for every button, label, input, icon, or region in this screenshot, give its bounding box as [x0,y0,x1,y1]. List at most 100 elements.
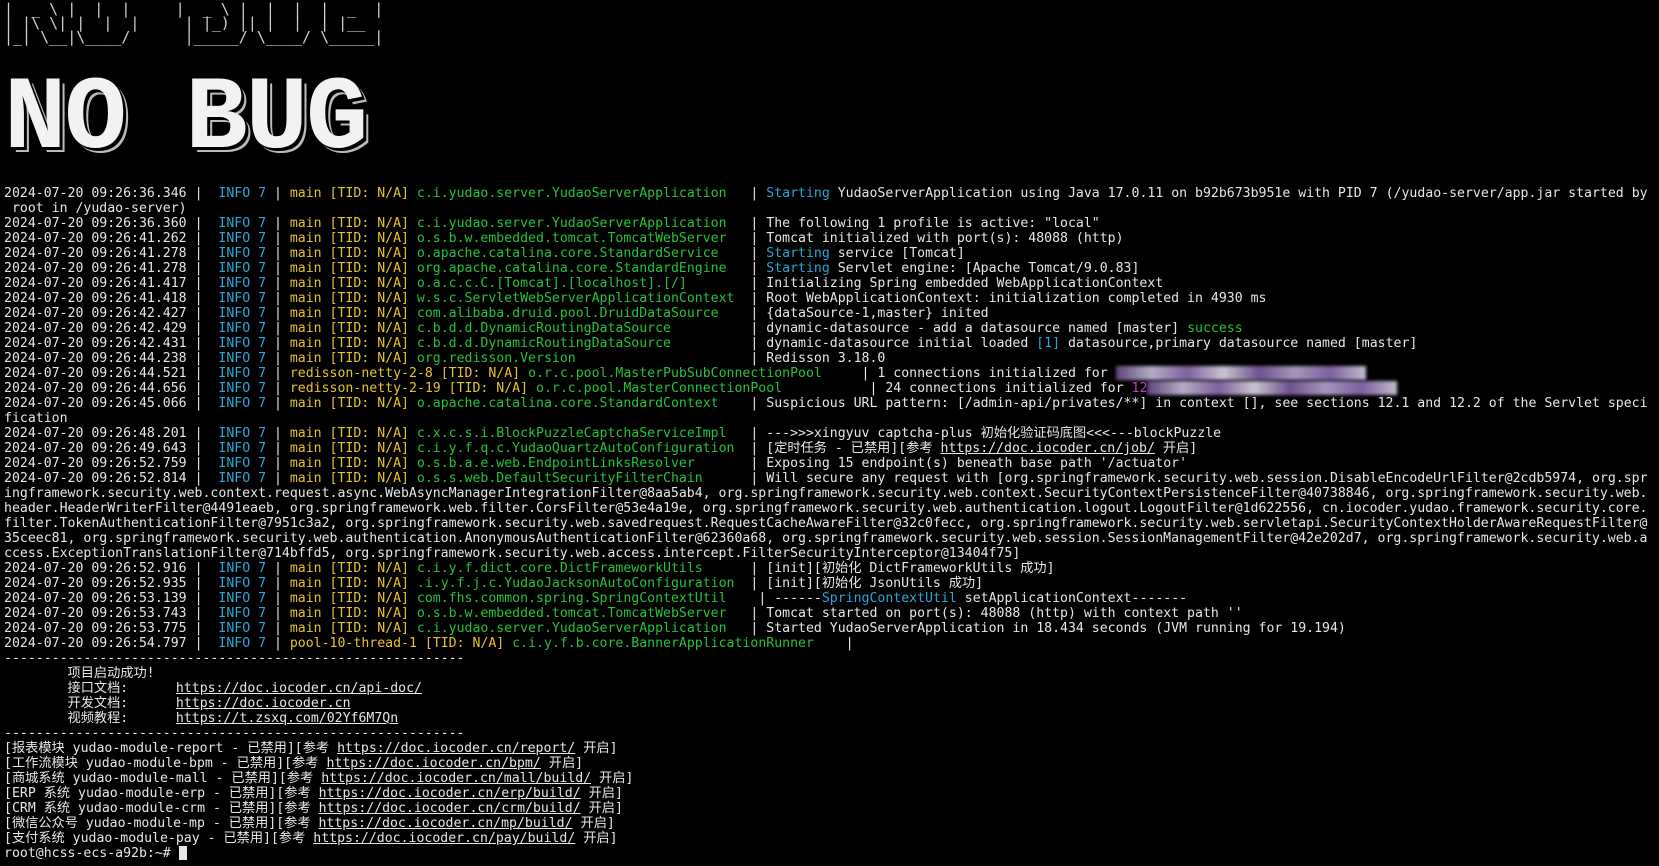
log-line: 2024-07-20 09:26:41.278 | INFO 7 | main … [4,246,965,261]
log-message: service [Tomcat] [829,246,965,261]
log-line: 2024-07-20 09:26:52.916 | INFO 7 | main … [4,561,1055,576]
log-message: [init][初始化 JsonUtils 成功] [766,576,984,591]
log-thread: redisson-netty-2-8 [TID: N/A] [289,366,521,381]
log-timestamp: 2024-07-20 09:26:44.238 [4,351,187,366]
log-message: Will secure any request with [org.spring… [766,471,1648,486]
doc-link[interactable]: https://doc.iocoder.cn/job/ [941,441,1155,456]
startup-link[interactable]: https://doc.iocoder.cn [176,696,351,711]
log-output: 2024-07-20 09:26:36.346 | INFO 7 | main … [4,186,1656,861]
log-level: INFO 7 [218,426,267,441]
module-suffix: 开启] [591,771,634,786]
log-keyword: Starting [766,261,830,276]
log-message: YudaoServerApplication using Java 17.0.1… [829,186,1648,201]
log-message: --->>>xingyuv captcha-plus 初始化验证码底图<<<--… [766,426,1222,441]
module-doc-link[interactable]: https://doc.iocoder.cn/crm/build/ [319,801,581,816]
big-banner-text: NO BUG [4,61,368,179]
log-level: INFO 7 [218,591,267,606]
log-line: 2024-07-20 09:26:41.278 | INFO 7 | main … [4,261,1140,276]
log-thread: pool-10-thread-1 [TID: N/A] [289,636,505,651]
module-text: [商城系统 yudao-module-mall - 已禁用][参考 [4,771,322,786]
log-thread: main [TID: N/A] [289,456,409,471]
log-logger: com.fhs.common.spring.SpringContextUtil [416,591,751,606]
log-line: 2024-07-20 09:26:41.262 | INFO 7 | main … [4,231,1124,246]
log-keyword: Starting [766,186,830,201]
module-doc-link[interactable]: https://doc.iocoder.cn/bpm/ [326,756,540,771]
log-thread: main [TID: N/A] [289,471,409,486]
log-line: 2024-07-20 09:26:48.201 | INFO 7 | main … [4,426,1222,441]
startup-title-line: 项目启动成功! [4,666,1656,681]
startup-link-label: 视频教程: [67,711,129,726]
log-logger: org.apache.catalina.core.StandardEngine [416,261,743,276]
log-line: 2024-07-20 09:26:42.431 | INFO 7 | main … [4,336,1418,351]
log-line: 2024-07-20 09:26:44.521 | INFO 7 | redis… [4,366,1656,381]
log-thread: main [TID: N/A] [289,441,409,456]
module-suffix: 开启] [575,741,618,756]
prompt-line: root@hcss-ecs-a92b:~# [4,846,1656,861]
log-line: 2024-07-20 09:26:53.775 | INFO 7 | main … [4,621,1346,636]
log-message: fication [4,411,68,426]
log-timestamp: 2024-07-20 09:26:42.427 [4,306,187,321]
big-ascii-art: NO BUG [4,61,368,179]
startup-link[interactable]: https://doc.iocoder.cn/api-doc/ [176,681,422,696]
module-doc-link[interactable]: https://doc.iocoder.cn/pay/build/ [313,831,575,846]
log-line: 2024-07-20 09:26:52.759 | INFO 7 | main … [4,456,1188,471]
log-timestamp: 2024-07-20 09:26:53.775 [4,621,187,636]
module-text: [ERP 系统 yudao-module-erp - 已禁用][参考 [4,786,319,801]
log-level: INFO 7 [218,261,267,276]
separator-line: ----------------------------------------… [4,651,1656,666]
log-logger: c.i.y.f.b.core.BannerApplicationRunner [512,636,838,651]
log-logger: c.i.yudao.server.YudaoServerApplication [416,186,743,201]
module-suffix: 开启] [580,786,623,801]
log-continuation: ingframework.security.web.context.reques… [4,486,1655,561]
log-thread: main [TID: N/A] [289,561,409,576]
log-line: 2024-07-20 09:26:44.656 | INFO 7 | redis… [4,381,1656,396]
log-level: INFO 7 [218,351,267,366]
log-thread: main [TID: N/A] [289,261,409,276]
log-message: {dataSource-1,master} inited [766,306,989,321]
log-logger: w.s.c.ServletWebServerApplicationContext [416,291,743,306]
log-level: INFO 7 [218,396,267,411]
log-thread: main [TID: N/A] [289,336,409,351]
module-text: [微信公众号 yudao-module-mp - 已禁用][参考 [4,816,319,831]
log-level: INFO 7 [218,276,267,291]
log-timestamp: 2024-07-20 09:26:49.643 [4,441,187,456]
log-message: Exposing 15 endpoint(s) beneath base pat… [766,456,1188,471]
log-level: INFO 7 [218,441,267,456]
log-timestamp: 2024-07-20 09:26:42.429 [4,321,187,336]
module-line: [商城系统 yudao-module-mall - 已禁用][参考 https:… [4,771,1656,786]
log-message: setApplicationContext------- [956,591,1188,606]
log-thread: main [TID: N/A] [289,351,409,366]
startup-link[interactable]: https://t.zsxq.com/02Yf6M7Qn [176,711,398,726]
log-level: INFO 7 [218,366,267,381]
redacted-address [1115,366,1366,380]
log-line: 2024-07-20 09:26:36.360 | INFO 7 | main … [4,216,1100,231]
log-message: Servlet engine: [Apache Tomcat/9.0.83] [829,261,1140,276]
separator-line: ----------------------------------------… [4,726,1656,741]
module-doc-link[interactable]: https://doc.iocoder.cn/mp/build/ [318,816,572,831]
log-thread: main [TID: N/A] [289,291,409,306]
log-keyword: Starting [766,246,830,261]
module-doc-link[interactable]: https://doc.iocoder.cn/erp/build/ [319,786,581,801]
log-message: ------ [774,591,822,606]
log-level: INFO 7 [218,291,267,306]
startup-link-row: 开发文档: https://doc.iocoder.cn [4,696,1656,711]
log-timestamp: 2024-07-20 09:26:52.935 [4,576,187,591]
ascii-line-3: |_| \__|\____/ |_____/ \____/ \_____| [4,28,384,46]
terminal-window[interactable]: | _ \ | | | | _ \ | | | | _ | | |\ \| | … [4,0,1656,866]
log-thread: main [TID: N/A] [289,276,409,291]
log-logger: c.b.d.d.DynamicRoutingDataSource [416,336,743,351]
log-message: Suspicious URL pattern: [/admin-api/priv… [766,396,1648,411]
log-timestamp: 2024-07-20 09:26:42.431 [4,336,187,351]
terminal-cursor[interactable] [178,846,187,860]
log-message: Root WebApplicationContext: initializati… [766,291,1267,306]
log-thread: main [TID: N/A] [289,186,409,201]
log-message: The following 1 profile is active: "loca… [766,216,1100,231]
module-doc-link[interactable]: https://doc.iocoder.cn/mall/build/ [321,771,591,786]
module-doc-link[interactable]: https://doc.iocoder.cn/report/ [337,741,575,756]
startup-link-row: 视频教程: https://t.zsxq.com/02Yf6M7Qn [4,711,1656,726]
log-thread: redisson-netty-2-19 [TID: N/A] [289,381,529,396]
log-timestamp: 2024-07-20 09:26:44.656 [4,381,187,396]
log-message: 24 connections initialized for [885,381,1132,396]
ascii-banner: | _ \ | | | | _ \ | | | | _ | | |\ \| | … [4,0,1656,186]
log-message: 开启] [1154,441,1198,456]
